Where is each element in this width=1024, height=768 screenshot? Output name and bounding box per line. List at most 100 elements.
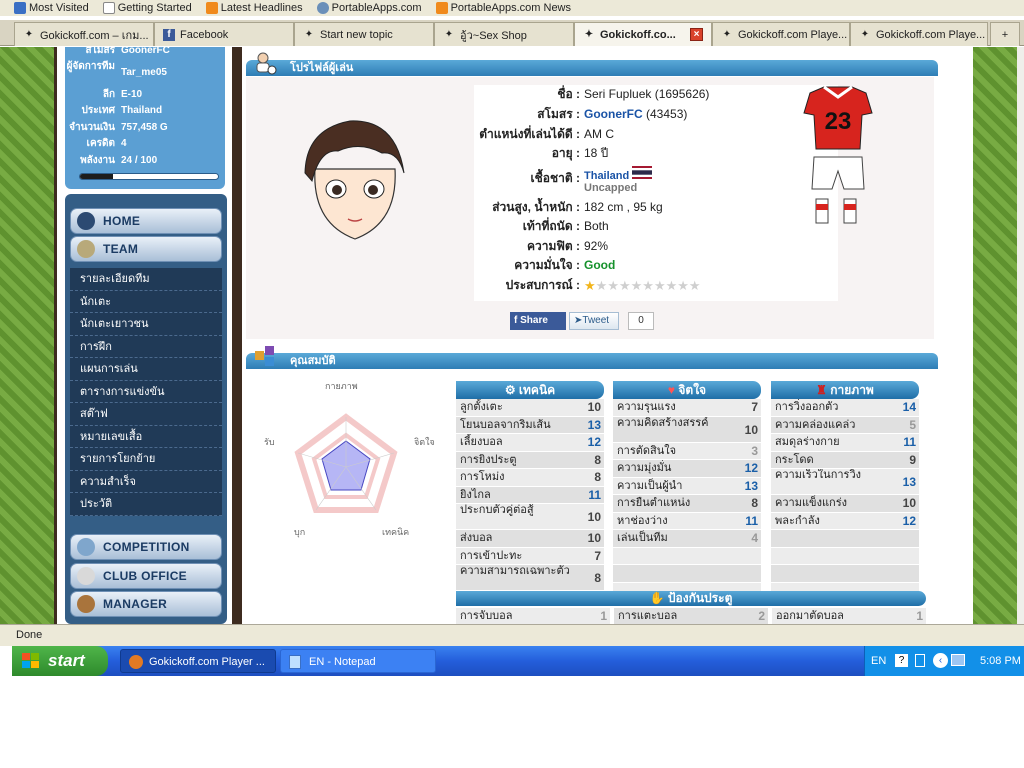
attr-name: พละกำลัง — [775, 514, 820, 527]
status-text: Done — [16, 629, 43, 641]
profile-section-header: โปรไฟล์ผู้เล่น — [246, 52, 938, 76]
boot-icon — [77, 240, 95, 258]
star-empty-icon: ★ — [665, 278, 678, 293]
firefox-icon — [129, 655, 143, 669]
windows-taskbar: start Gokickoff.com Player ... EN - Note… — [12, 646, 1024, 676]
shirt-number: 23 — [825, 108, 852, 135]
clock[interactable]: 5:08 PM — [980, 646, 1021, 676]
bookmark-portableapps-news[interactable]: PortableApps.com News — [435, 2, 571, 14]
language-indicator[interactable]: EN — [871, 646, 886, 676]
attr-name: การตัดสินใจ — [617, 444, 677, 457]
star-filled-icon: ★ — [584, 278, 596, 293]
attr-row-empty — [771, 530, 919, 548]
submenu-shirt-numbers[interactable]: หมายเลขเสื้อ — [70, 426, 222, 448]
nav-home-button[interactable]: HOME — [70, 208, 222, 234]
facebook-share-button[interactable]: f Share — [510, 312, 566, 330]
chevron-left-icon[interactable]: ‹ — [933, 653, 948, 668]
tab-start-new-topic[interactable]: ✦ Start new topic — [294, 22, 434, 46]
system-tray: EN ? ‹ 5:08 PM — [864, 646, 1024, 676]
device-icon[interactable] — [915, 654, 925, 667]
bookmark-portableapps[interactable]: PortableApps.com — [316, 2, 422, 14]
tab-sex-shop[interactable]: ✦ อู้ว~Sex Shop — [434, 22, 574, 46]
height-weight-label: ส่วนสูง, น้ำหนัก : — [492, 200, 580, 214]
club-label: สโมสร : — [537, 107, 580, 121]
tab-facebook[interactable]: f Facebook — [154, 22, 294, 46]
attr-value: 13 — [744, 478, 758, 493]
attr-value: 13 — [902, 475, 916, 489]
attr-value: 13 — [587, 417, 601, 432]
attr-value: 11 — [588, 487, 601, 502]
attr-value: 8 — [594, 571, 601, 585]
star-empty-icon: ★ — [653, 278, 666, 293]
submenu-fixtures[interactable]: ตารางการแข่งขัน — [70, 381, 222, 403]
plus-icon: + — [1001, 28, 1009, 41]
trophy-icon — [77, 538, 95, 556]
bookmark-getting-started[interactable]: Getting Started — [102, 2, 192, 14]
goalkeeping-rows: การจับบอล 1 การแตะบอล 2 ออกมาตัดบอล 1 — [456, 608, 926, 624]
submenu-transfers[interactable]: รายการโยกย้าย — [70, 448, 222, 471]
main-column: โปรไฟล์ผู้เล่น ชื่อ : Seri Fupluek (16956… — [232, 47, 973, 624]
attr-row: ความแข็งแกร่ง 10 — [771, 495, 919, 513]
mental-header: ♥ จิตใจ — [613, 381, 761, 399]
age-label: อายุ : — [551, 146, 580, 160]
attr-name: ลูกตั้งเตะ — [460, 401, 503, 413]
nationality-label: เชื้อชาติ : — [530, 171, 580, 185]
attr-row: การตัดสินใจ 3 — [613, 442, 761, 460]
vertical-scrollbar[interactable] — [1017, 47, 1024, 624]
submenu-team-details[interactable]: รายละเอียดทีม — [70, 268, 222, 291]
nationality-link[interactable]: Thailand — [584, 170, 629, 182]
attr-row-rushing-out: ออกมาตัดบอล 1 — [772, 608, 926, 624]
close-tab-icon[interactable]: × — [690, 28, 703, 41]
attr-row: สมดุลร่างกาย 11 — [771, 434, 919, 452]
bookmarks-toolbar: Most Visited Getting Started Latest Head… — [0, 0, 1024, 16]
status-bar: Done — [0, 624, 1024, 646]
attr-value: 8 — [594, 452, 601, 467]
submenu-youth-players[interactable]: นักเตะเยาวชน — [70, 313, 222, 336]
attr-name: ความมุ่งมั่น — [617, 462, 672, 474]
tab-gokickoff-player-2[interactable]: ✦ Gokickoff.com Playe... — [850, 22, 988, 46]
rss-icon — [435, 2, 448, 14]
ball-icon: ✦ — [444, 28, 454, 40]
tab-gokickoff-player-1[interactable]: ✦ Gokickoff.com Playe... — [712, 22, 850, 46]
morale-label: ความมั่นใจ : — [514, 258, 580, 272]
taskbar-notepad-window[interactable]: EN - Notepad — [280, 649, 436, 673]
nav-manager-button[interactable]: MANAGER — [70, 591, 222, 617]
submenu-history[interactable]: ประวัติ — [70, 493, 222, 516]
attr-value: 9 — [909, 452, 916, 467]
tweet-button[interactable]: ➤Tweet — [569, 312, 619, 330]
submenu-achievements[interactable]: ความสำเร็จ — [70, 471, 222, 493]
submenu-staff[interactable]: สต๊าฟ — [70, 403, 222, 426]
attr-row: ประกบตัวคู่ต่อสู้ 10 — [456, 504, 604, 530]
nav-competition-button[interactable]: COMPETITION — [70, 534, 222, 560]
radar-label-defence: รับ — [264, 437, 275, 447]
weightlifter-icon: ♜ — [816, 383, 831, 397]
tab-gokickoff-active[interactable]: ✦ Gokickoff.co... × — [574, 22, 712, 46]
star-empty-icon: ★ — [642, 278, 654, 293]
club-link[interactable]: GoonerFC — [584, 107, 643, 121]
network-icon[interactable] — [951, 654, 965, 666]
taskbar-firefox-window[interactable]: Gokickoff.com Player ... — [120, 649, 276, 673]
tab-gokickoff-home[interactable]: ✦ Gokickoff.com – เกม... — [14, 22, 154, 46]
club-value: GoonerFC — [121, 47, 170, 56]
submenu-training[interactable]: การฝึก — [70, 336, 222, 358]
attr-row-empty — [613, 565, 761, 583]
money-label: จำนวนเงิน — [69, 122, 115, 133]
grass-background-left — [0, 47, 54, 624]
nav-club-office-button[interactable]: CLUB OFFICE — [70, 563, 222, 589]
bookmark-most-visited[interactable]: Most Visited — [14, 2, 89, 14]
attr-name: ยิงไกล — [460, 488, 491, 501]
help-icon[interactable]: ? — [895, 654, 908, 667]
submenu-tactics[interactable]: แผนการเล่น — [70, 358, 222, 381]
attr-row-empty — [771, 565, 919, 583]
radar-label-physical: กายภาพ — [325, 381, 358, 391]
start-button[interactable]: start — [12, 646, 108, 676]
new-tab-button[interactable]: + — [990, 22, 1020, 46]
submenu-players[interactable]: นักเตะ — [70, 291, 222, 313]
physical-rows: การวิ่งออกตัว 14 ความคล่องแคล่ว 5 สมดุลร่างก… — [771, 399, 919, 600]
nav-team-button[interactable]: TEAM — [70, 236, 222, 262]
attr-name: ความแข็งแกร่ง — [775, 497, 847, 509]
technical-rows: ลูกตั้งเตะ 10 โยนบอลจากริมเส้น 13 เลี้ยงบอล 1… — [456, 399, 604, 591]
bookmark-latest-headlines[interactable]: Latest Headlines — [205, 2, 303, 14]
attr-name: ความรุนแรง — [617, 401, 676, 413]
attr-row-empty — [613, 547, 761, 565]
